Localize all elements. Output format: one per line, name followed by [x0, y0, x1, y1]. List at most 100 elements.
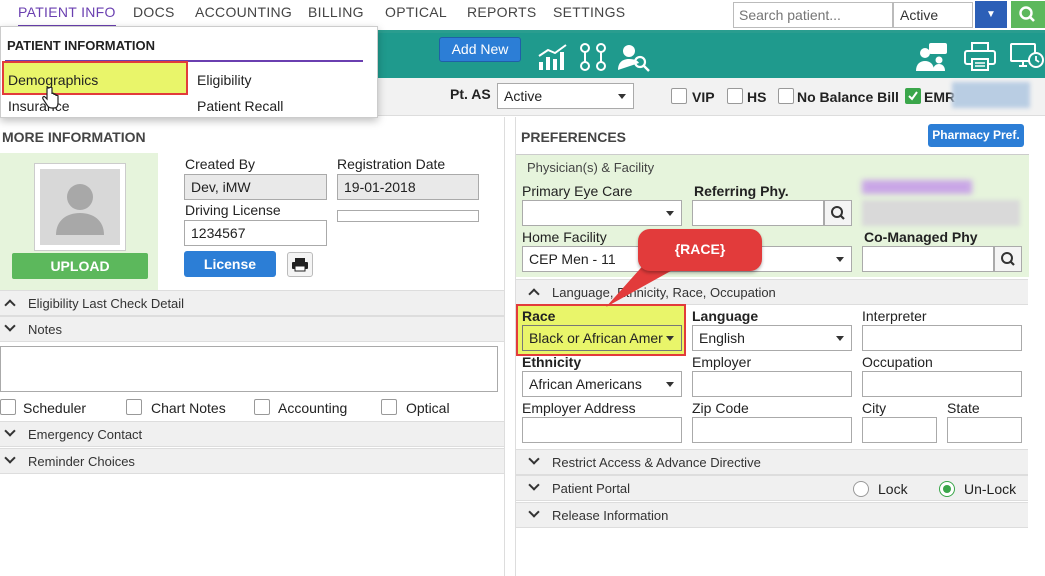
language-label: Language — [692, 308, 759, 324]
patient-search-icon[interactable] — [617, 42, 651, 72]
referring-phy-input[interactable] — [692, 200, 824, 226]
search-icon — [831, 206, 845, 220]
menu-item-patient-recall[interactable]: Patient Recall — [197, 98, 283, 114]
ethnicity-select[interactable]: African Americans — [522, 371, 682, 397]
chevron-up-icon — [528, 288, 540, 300]
search-patient-input[interactable] — [733, 2, 893, 28]
more-information-title: MORE INFORMATION — [2, 129, 146, 145]
chevron-down-icon — [4, 320, 16, 332]
user-placeholder-icon — [56, 184, 104, 235]
caret-down-icon — [666, 336, 674, 341]
menu-item-insurance[interactable]: Insurance — [8, 98, 69, 114]
photo-frame — [34, 163, 126, 251]
chart-icon[interactable] — [536, 42, 570, 72]
users-chat-icon[interactable] — [915, 42, 949, 72]
status-dropdown-button[interactable]: ▼ — [975, 1, 1007, 28]
upload-button[interactable]: UPLOAD — [12, 253, 148, 279]
vip-checkbox[interactable] — [671, 88, 687, 104]
caret-down-icon — [836, 257, 844, 262]
eligibility-last-check-label: Eligibility Last Check Detail — [28, 296, 185, 311]
pt-as-select[interactable]: Active — [497, 83, 634, 109]
created-by-value: Dev, iMW — [191, 179, 251, 195]
pharmacy-pref-button[interactable]: Pharmacy Pref. — [928, 124, 1024, 147]
zip-code-input[interactable] — [692, 417, 852, 443]
co-managed-phy-input[interactable] — [862, 246, 994, 272]
created-by-field: Dev, iMW — [184, 174, 327, 200]
scheduler-label: Scheduler — [23, 400, 87, 416]
no-balance-bill-label: No Balance Bill — [797, 89, 899, 105]
unlock-radio[interactable] — [939, 481, 955, 497]
employer-address-input[interactable] — [522, 417, 682, 443]
state-input[interactable] — [947, 417, 1022, 443]
co-managed-search-button[interactable] — [994, 246, 1022, 272]
occupation-input[interactable] — [862, 371, 1022, 397]
print-license-button[interactable] — [287, 252, 313, 277]
driving-license-input[interactable]: 1234567 — [184, 220, 327, 246]
tab-docs[interactable]: DOCS — [133, 4, 175, 20]
zip-code-label: Zip Code — [692, 400, 749, 416]
restrict-access-row[interactable]: Restrict Access & Advance Directive — [516, 449, 1028, 475]
status-select[interactable]: Active — [893, 2, 973, 28]
chevron-down-icon — [528, 453, 540, 465]
chevron-down-icon — [4, 425, 16, 437]
license-button[interactable]: License — [184, 251, 276, 277]
city-input[interactable] — [862, 417, 937, 443]
language-ethnicity-row[interactable]: Language, Ethnicity, Race, Occupation — [516, 279, 1028, 305]
hs-checkbox[interactable] — [727, 88, 743, 104]
optical-checkbox[interactable] — [381, 399, 397, 415]
release-information-row[interactable]: Release Information — [516, 502, 1028, 528]
occupation-label: Occupation — [862, 354, 933, 370]
race-select[interactable]: Black or African Amer — [522, 325, 682, 351]
employer-address-label: Employer Address — [522, 400, 636, 416]
race-value: Black or African Amer — [529, 330, 663, 346]
caret-down-icon — [836, 336, 844, 341]
accounting-checkbox[interactable] — [254, 399, 270, 415]
tab-reports[interactable]: REPORTS — [467, 4, 537, 20]
tab-accounting[interactable]: ACCOUNTING — [195, 4, 292, 20]
status-select-value: Active — [900, 7, 939, 23]
menu-title: PATIENT INFORMATION — [7, 38, 156, 53]
notes-label: Notes — [28, 322, 62, 337]
reminder-choices-row[interactable]: Reminder Choices — [0, 448, 504, 474]
workflow-icon[interactable] — [576, 42, 610, 72]
print-icon[interactable] — [963, 42, 997, 72]
tab-settings[interactable]: SETTINGS — [553, 4, 625, 20]
created-by-label: Created By — [185, 156, 256, 172]
search-icon — [1001, 252, 1015, 266]
ethnicity-value: African Americans — [529, 376, 642, 392]
menu-item-demographics[interactable]: Demographics — [8, 72, 98, 88]
referring-phy-label: Referring Phy. — [694, 183, 789, 199]
employer-input[interactable] — [692, 371, 852, 397]
city-label: City — [862, 400, 887, 416]
chart-notes-checkbox[interactable] — [126, 399, 142, 415]
scheduler-checkbox[interactable] — [0, 399, 16, 415]
caret-down-icon — [666, 382, 674, 387]
ethnicity-label: Ethnicity — [522, 354, 582, 370]
monitor-clock-icon[interactable] — [1010, 42, 1044, 72]
home-facility-label: Home Facility — [522, 229, 607, 245]
search-button[interactable] — [1011, 1, 1045, 28]
referring-phy-search-button[interactable] — [824, 200, 852, 226]
employer-label: Employer — [692, 354, 752, 370]
primary-eye-care-select[interactable] — [522, 200, 682, 226]
blurred-field — [952, 82, 1030, 108]
emr-label: EMR — [924, 89, 956, 105]
tab-patient-info[interactable]: PATIENT INFO — [18, 4, 116, 28]
language-value: English — [699, 330, 745, 346]
emergency-contact-row[interactable]: Emergency Contact — [0, 421, 504, 447]
tab-optical[interactable]: OPTICAL — [385, 4, 447, 20]
no-balance-bill-checkbox[interactable] — [778, 88, 794, 104]
lock-radio[interactable] — [853, 481, 869, 497]
notes-textarea[interactable] — [0, 346, 498, 392]
menu-item-eligibility[interactable]: Eligibility — [197, 72, 251, 88]
add-new-button[interactable]: Add New — [439, 37, 521, 62]
interpreter-label: Interpreter — [862, 308, 927, 324]
interpreter-input[interactable] — [862, 325, 1022, 351]
tab-billing[interactable]: BILLING — [308, 4, 364, 20]
emr-checkbox[interactable] — [905, 88, 921, 104]
unlock-label: Un-Lock — [964, 481, 1017, 497]
notes-row[interactable]: Notes — [0, 316, 504, 342]
primary-eye-care-label: Primary Eye Care — [522, 183, 633, 199]
language-select[interactable]: English — [692, 325, 852, 351]
eligibility-last-check-row[interactable]: Eligibility Last Check Detail — [0, 290, 504, 316]
